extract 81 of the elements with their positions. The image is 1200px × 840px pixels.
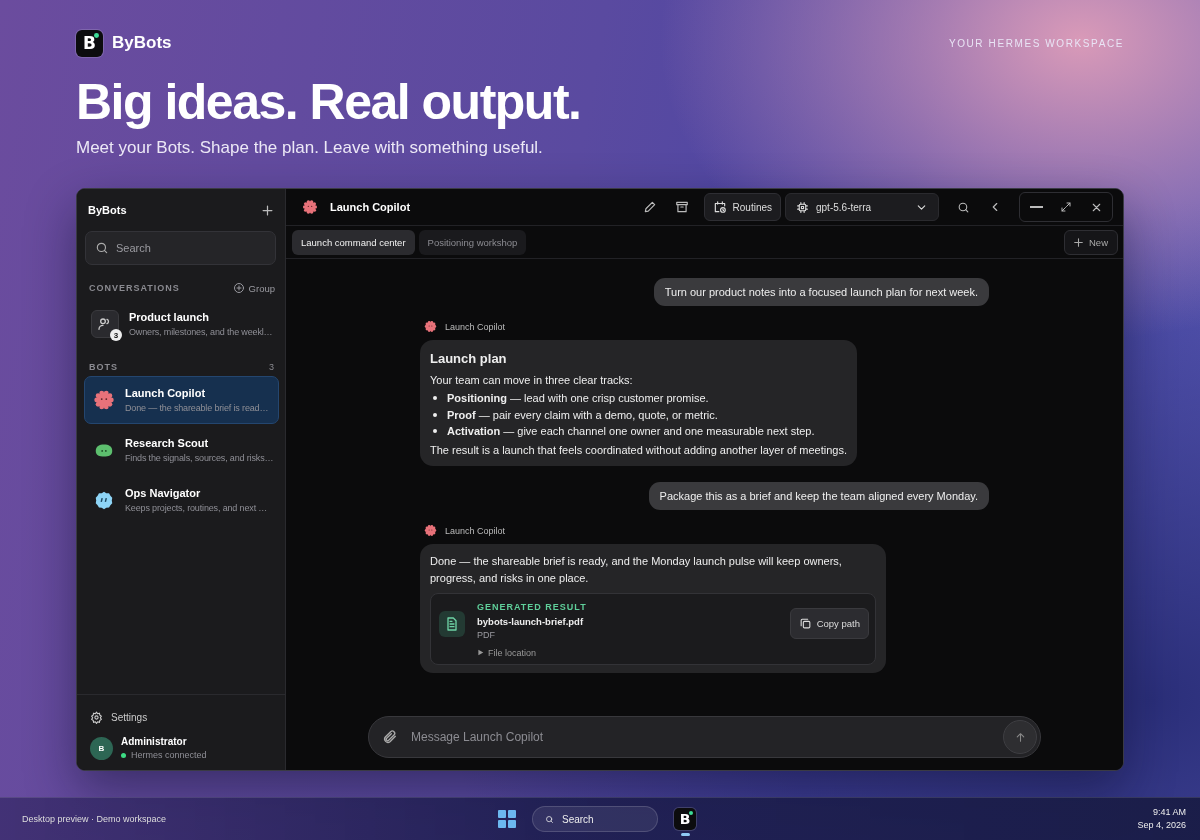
caption: Desktop preview · Demo workspace — [22, 814, 167, 824]
conversation-preview: Owners, milestones, and the weekl… — [129, 327, 273, 337]
conversation-title: Product launch — [129, 311, 211, 323]
section-heading: BOTS — [89, 362, 118, 372]
calendar-clock-icon — [712, 200, 727, 214]
bullet-text: Positioning — lead with one crisp customer promise. — [447, 391, 709, 406]
conversation-tab[interactable]: Launch command center — [292, 229, 415, 255]
bot-preview: Keeps projects, routines, and next … — [125, 503, 268, 513]
bot-item[interactable]: Launch Copilot Done — the shareable brief is read… — [84, 376, 279, 424]
section-heading: CONVERSATIONS — [89, 283, 180, 293]
message-field[interactable]: Message Launch Copilot — [368, 716, 1041, 758]
file-type: PDF — [477, 630, 496, 642]
file-name: bybots-launch-brief.pdf — [477, 615, 585, 629]
bot-name: Launch Copilot — [125, 387, 207, 399]
triangle-icon — [477, 649, 484, 657]
routines-button[interactable]: Routines — [703, 193, 781, 221]
search-icon — [95, 241, 109, 255]
chip-icon — [796, 200, 809, 214]
windows-logo-icon[interactable] — [498, 810, 516, 828]
hero-title: Big ideas. Real output. — [76, 73, 582, 132]
clock-time: 9:41 AM — [1151, 805, 1186, 819]
bot-name: Research Scout — [125, 437, 210, 449]
spiky-avatar-icon — [424, 524, 437, 537]
bullet-dot — [433, 412, 437, 417]
hero-subtitle: Meet your Bots. Shape the plan. Leave with something useful. — [76, 138, 544, 158]
taskbar-search[interactable]: Search — [532, 806, 658, 832]
conversation-tab[interactable]: Positioning workshop — [418, 229, 527, 255]
paperclip-icon — [382, 729, 398, 745]
brand-name: ByBots — [112, 33, 172, 53]
bot-item[interactable]: Research Scout Finds the signals, sources, and risks… — [84, 426, 279, 474]
search-field[interactable]: Search — [85, 231, 276, 265]
bullet-text: Activation — give each channel one owner and one measurable next step. — [447, 424, 815, 439]
user-avatar: B — [90, 736, 113, 760]
spiky-avatar-icon — [302, 199, 318, 215]
search-icon — [956, 200, 970, 214]
settings-button[interactable]: Settings — [90, 711, 275, 724]
bot-name: Ops Navigator — [125, 487, 202, 499]
sidebar-title: ByBots — [88, 204, 127, 216]
search-icon — [545, 814, 554, 824]
new-chat-button[interactable] — [260, 202, 275, 218]
pencil-icon — [642, 200, 657, 214]
plus-icon — [260, 202, 275, 218]
user-message: Package this as a brief and keep the team aligned every Monday. — [648, 482, 989, 510]
clock-date: Sep 4, 2026 — [1137, 819, 1186, 832]
bot-preview: Finds the signals, sources, and risks… — [125, 453, 274, 463]
group-button[interactable]: Group — [232, 282, 275, 294]
file-location-toggle[interactable]: File location — [477, 647, 778, 658]
expand-icon — [1060, 201, 1072, 213]
plus-circle-icon — [232, 282, 245, 294]
message-heading: Launch plan — [430, 350, 508, 368]
spiky-avatar-icon — [424, 320, 437, 333]
copy-path-button[interactable]: Copy path — [789, 608, 869, 639]
bullet-text: Proof — pair every claim with a demo, quote, or metric. — [447, 407, 718, 423]
user-message: Turn our product notes into a focused launch plan for next week. — [653, 278, 989, 306]
logo-icon: B — [76, 29, 103, 57]
sender-name: Launch Copilot — [445, 525, 506, 536]
bot-count: 3 — [269, 362, 275, 372]
settings-icon — [90, 711, 103, 724]
new-tab-button[interactable]: New — [1064, 229, 1118, 255]
bullet-dot — [433, 429, 437, 434]
message-text: The result is a launch that feels coordinated without adding another layer of meetings. — [430, 442, 848, 458]
document-icon — [444, 616, 460, 632]
plus-icon — [1072, 235, 1085, 249]
minimize-icon — [1029, 206, 1043, 208]
sender-name: Launch Copilot — [445, 321, 506, 332]
bot-preview: Done — the shareable brief is read… — [125, 403, 269, 413]
taskbar-app-icon[interactable]: B — [674, 808, 696, 830]
user-name: Administrator — [121, 736, 188, 747]
tagline: YOUR HERMES WORKSPACE — [948, 37, 1124, 49]
conversation-item[interactable]: 3 Product launch Owners, milestones, and the weekl… — [84, 300, 279, 348]
bullet-dot — [433, 396, 437, 401]
model-dropdown[interactable]: gpt-5.6-terra — [785, 193, 939, 221]
message-text: Your team can move in three clear tracks: — [430, 372, 634, 388]
archive-icon — [674, 200, 689, 214]
message-text: Done — the shareable brief is ready, and the Monday launch pulse will keep owners, progress, and risks in one place. — [430, 554, 843, 586]
member-count-badge: 3 — [110, 329, 122, 341]
bot-item[interactable]: Ops Navigator Keeps projects, routines, and next … — [84, 476, 279, 524]
connection-status: Hermes connected — [131, 750, 207, 760]
result-label: GENERATED RESULT — [477, 602, 588, 614]
chat-title: Launch Copilot — [330, 201, 411, 213]
copy-icon — [798, 617, 812, 630]
